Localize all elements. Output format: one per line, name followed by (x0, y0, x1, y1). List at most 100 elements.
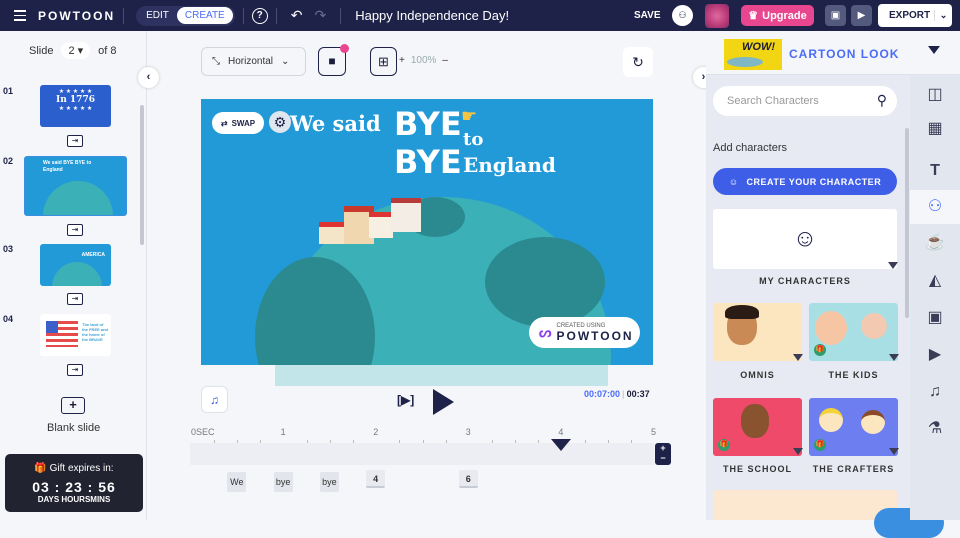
transition-icon[interactable]: ⇥ (67, 293, 83, 305)
create-character-button[interactable]: ☺ CREATE YOUR CHARACTER (713, 168, 897, 195)
slide-selector: Slide 2 ▾ of 8 (29, 42, 117, 59)
category-card-the-crafters[interactable]: 🎁 (809, 398, 898, 456)
headline-england[interactable]: England (463, 153, 556, 177)
slide-number: 02 (3, 156, 14, 166)
add-blank-slide-icon[interactable]: + (61, 397, 85, 414)
library-scrollbar[interactable] (905, 128, 909, 318)
slide-thumbnail-1[interactable]: ★ ★ ★ ★ ★ In 1776 ★ ★ ★ ★ ★ (40, 85, 111, 127)
category-label: OMNIS (740, 370, 775, 380)
transition-icon[interactable]: ⇥ (67, 364, 83, 376)
cartoon-look-thumbnail: WOW! (724, 39, 782, 70)
caret-down-icon[interactable] (793, 354, 803, 361)
mode-toggle[interactable]: EDIT CREATE (136, 5, 235, 26)
zoom-in-button[interactable]: + (399, 55, 405, 66)
smiley-icon: ☺ (792, 225, 818, 252)
playhead-handle[interactable] (551, 439, 572, 451)
blank-slide-label[interactable]: Blank slide (47, 422, 100, 434)
add-comment-button[interactable]: ↻ (623, 47, 653, 77)
pointing-hand-icon[interactable]: ☛ (461, 106, 477, 127)
look-label[interactable]: CARTOON LOOK (789, 47, 899, 61)
audio-icon[interactable]: ♫ (910, 375, 960, 409)
caret-down-icon[interactable] (889, 448, 899, 455)
category-card-more[interactable] (713, 490, 897, 520)
powtoon-logo[interactable]: POWTOON (38, 9, 115, 23)
slide-thumbnail-4[interactable]: The land of the FREE and the home of the… (40, 314, 111, 356)
timeline-track[interactable] (190, 443, 654, 465)
category-card-the-kids[interactable]: 🎁 (809, 303, 898, 361)
play-button[interactable] (433, 389, 454, 415)
props-icon[interactable]: ☕ (910, 226, 960, 260)
preview-play-icon[interactable]: ▶ (851, 5, 872, 26)
headline-we-said[interactable]: We said (290, 111, 381, 136)
redo-icon[interactable]: ↷ (314, 7, 326, 24)
magic-icon[interactable]: ⚗ (910, 412, 960, 446)
timeline-zoom-out[interactable]: − (655, 453, 671, 463)
music-icon[interactable]: ♫ (201, 386, 228, 413)
preview-scene-button[interactable]: [▶] (397, 393, 414, 407)
look-selector[interactable]: WOW! CARTOON LOOK (706, 31, 960, 75)
search-icon[interactable]: ⚲ (877, 92, 887, 109)
created-using-powtoon-badge[interactable]: ᔕ CREATED USING POWTOON (529, 317, 640, 348)
characters-icon[interactable]: ⚇ (910, 190, 960, 224)
create-mode-button[interactable]: CREATE (176, 7, 233, 24)
slides-scrollbar[interactable] (140, 105, 144, 245)
slide-canvas[interactable]: ⇄ SWAP ⚙ We said BYE ☛ to BYE England ᔕ C… (201, 99, 653, 365)
headline-bye-2[interactable]: BYE (394, 143, 462, 181)
time-display: 00:07:00 | 00:37 (584, 389, 650, 399)
project-title[interactable]: Happy Independence Day! (355, 8, 509, 23)
timeline-element-chip[interactable]: bye (273, 472, 293, 492)
upgrade-button[interactable]: ♛ Upgrade (741, 5, 814, 26)
avatar[interactable] (705, 4, 729, 28)
category-card-the-school[interactable]: 🎁 (713, 398, 802, 456)
timeline-zoom-in[interactable]: + (655, 443, 671, 453)
timeline-element-chip[interactable]: bye (319, 472, 339, 492)
undo-icon[interactable]: ↶ (291, 7, 303, 24)
layout-icon[interactable]: ◫ (910, 78, 960, 112)
media-icon[interactable]: ▣ (910, 301, 960, 335)
houses-illustration[interactable] (319, 194, 423, 254)
caret-down-icon[interactable] (793, 448, 803, 455)
caret-down-icon[interactable] (888, 262, 898, 269)
presentation-icon[interactable]: ▣ (825, 5, 846, 26)
headline-bye-1[interactable]: BYE (394, 105, 462, 143)
caret-down-icon[interactable] (889, 354, 899, 361)
slide-number: 01 (3, 86, 14, 96)
search-characters-input[interactable]: Search Characters ⚲ (713, 86, 897, 116)
timeline-element-chip[interactable]: 4 (366, 470, 386, 488)
swap-button[interactable]: ⇄ SWAP (212, 112, 264, 134)
hamburger-menu-icon[interactable] (14, 10, 26, 21)
grid-icon: ⊞ (378, 54, 389, 69)
gift-icon: 🎁 (34, 463, 50, 474)
video-icon[interactable]: ▶ (910, 338, 960, 372)
export-button[interactable]: EXPORT ⌄ (878, 4, 952, 27)
headline-to[interactable]: to (463, 129, 483, 150)
orientation-dropdown[interactable]: ⤡ Horizontal ⌄ (201, 47, 306, 76)
timeline-element-chip[interactable]: We (227, 472, 247, 492)
slide-number-dropdown[interactable]: 2 ▾ (61, 42, 91, 59)
my-characters-card[interactable]: ☺ (713, 209, 897, 269)
save-button[interactable]: SAVE (634, 10, 661, 21)
divider (123, 7, 125, 24)
camera-button[interactable]: ■ (318, 44, 349, 76)
premium-gift-icon: 🎁 (718, 439, 730, 451)
transition-icon[interactable]: ⇥ (67, 224, 83, 236)
slide-thumbnail-3[interactable]: AMERICA (40, 244, 111, 286)
help-icon[interactable]: ? (251, 7, 268, 24)
transition-icon[interactable]: ⇥ (67, 135, 83, 147)
gift-countdown[interactable]: 🎁 Gift expires in: 03 : 23 : 56 DAYS HOU… (5, 454, 143, 512)
text-icon[interactable]: T (910, 154, 960, 188)
edit-mode-button[interactable]: EDIT (138, 7, 177, 24)
timeline-element-chip[interactable]: 6 (458, 470, 478, 488)
grid-button[interactable]: ⊞ (370, 47, 397, 76)
chevron-down-icon[interactable]: ⌄ (934, 10, 952, 21)
collapse-left-panel-icon[interactable]: ‹ (138, 67, 159, 88)
background-icon[interactable]: ▦ (910, 112, 960, 146)
caret-down-icon[interactable] (928, 46, 940, 54)
zoom-out-button[interactable]: – (442, 55, 448, 66)
slide-thumbnail-2-selected[interactable]: We said BYE BYE to England (24, 156, 127, 216)
shapes-icon[interactable]: ◭ (910, 264, 960, 298)
category-card-omnis[interactable] (713, 303, 802, 361)
add-user-icon[interactable]: ⚇ (672, 5, 693, 26)
gear-icon[interactable]: ⚙ (269, 111, 291, 133)
gift-label: Gift expires in: (49, 463, 114, 474)
